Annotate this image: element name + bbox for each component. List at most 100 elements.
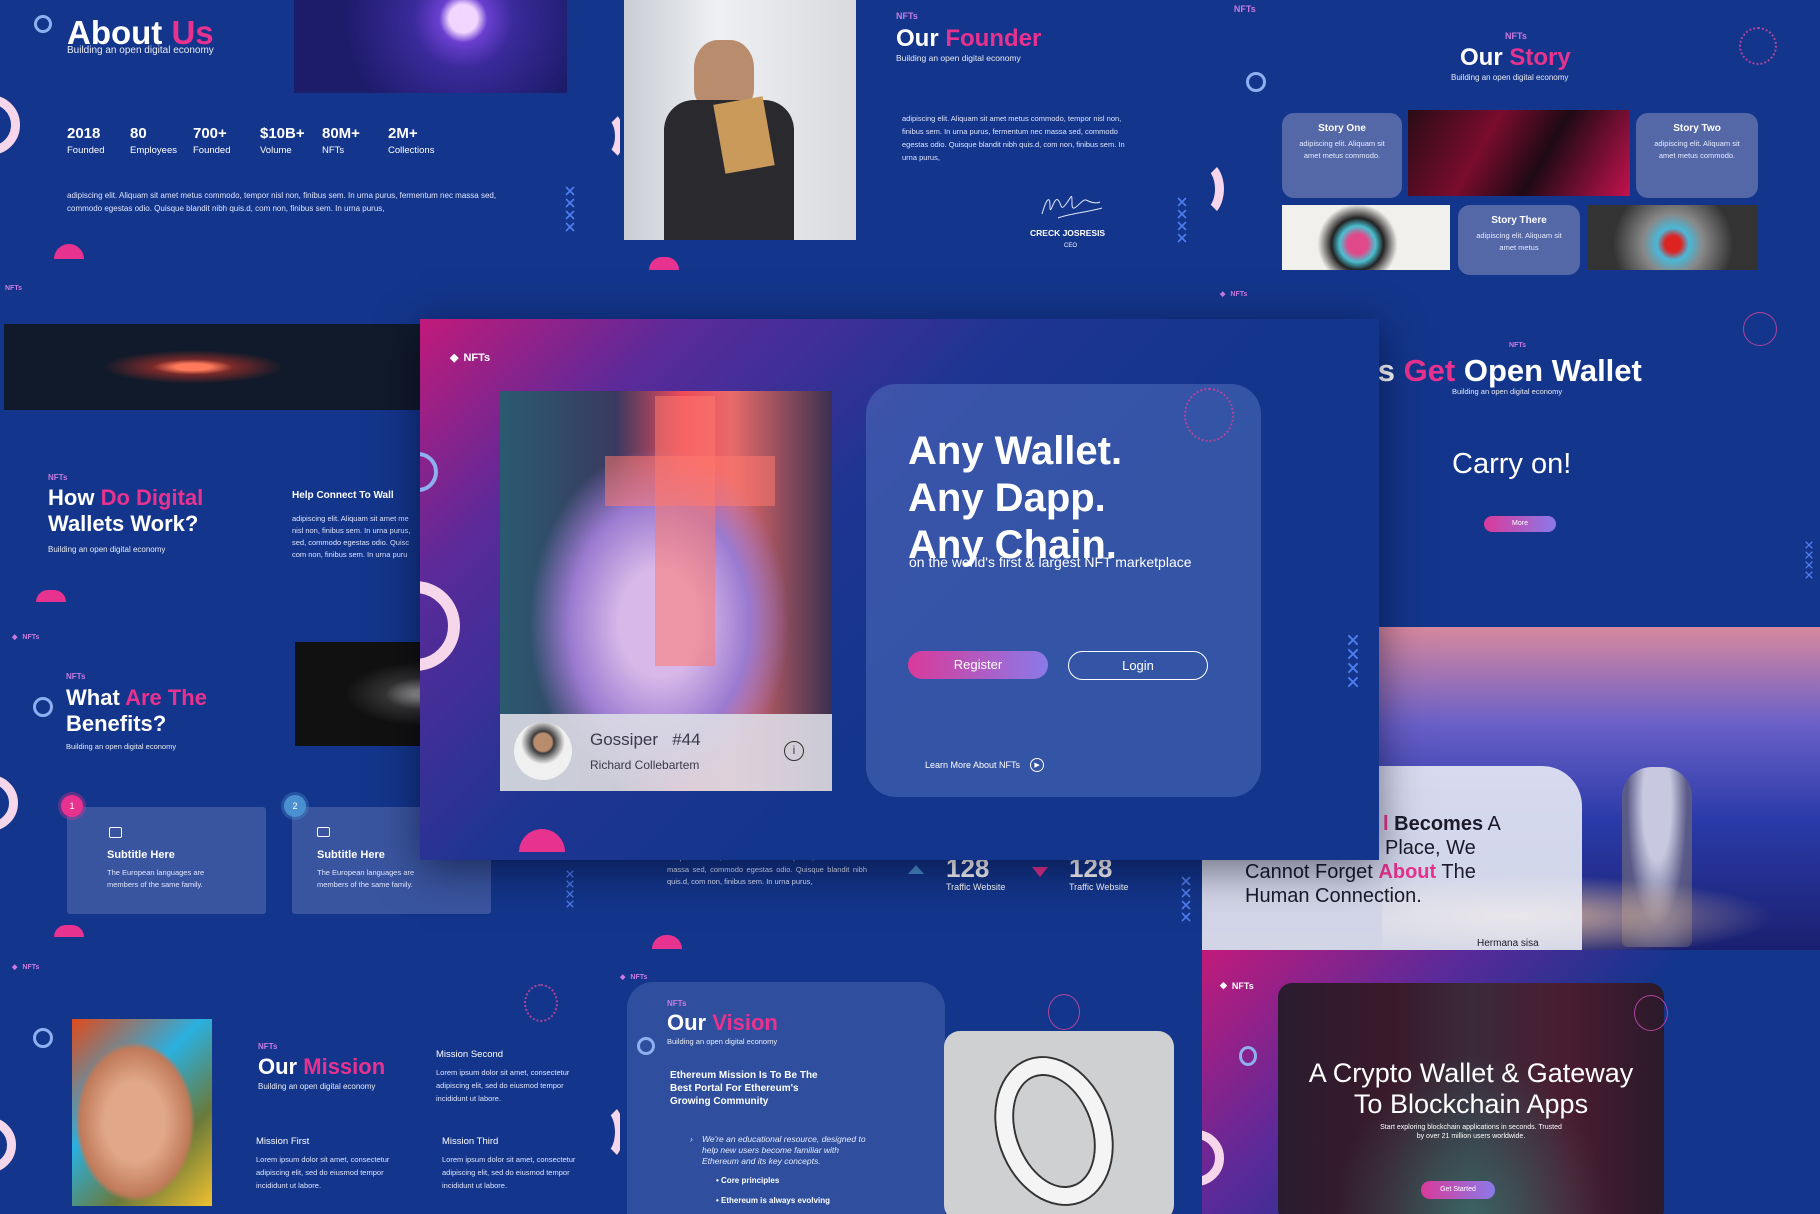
story-image (1282, 205, 1450, 270)
play-icon[interactable]: ▶ (1030, 758, 1045, 772)
slide-about-us: About Us Building an open digital econom… (0, 0, 620, 270)
hero-subline: on the world's first & largest NFT marke… (909, 554, 1192, 570)
vision-ring-image (944, 1031, 1174, 1214)
half-ring-decoration (584, 1102, 620, 1162)
vision-heading: Ethereum Mission Is To Be The Best Porta… (670, 1070, 818, 1107)
ethereum-icon: ◆ (450, 352, 459, 364)
half-ring-decoration (420, 581, 460, 671)
info-icon[interactable]: i (784, 741, 804, 761)
stat: 700+ Founded (193, 125, 231, 156)
message-icon (317, 827, 330, 837)
about-tagline: Building an open digital economy (67, 45, 214, 56)
slide-our-founder: NFTs Our Founder Building an open digita… (624, 0, 1234, 270)
benefit-card: 1 Subtitle Here The European languages a… (61, 795, 266, 914)
slide-digital-wallets: NFTs NFTs How Do Digital Wallets Work? Bu… (0, 280, 440, 620)
founder-photo (624, 0, 856, 240)
hero-panel: Any Wallet. Any Dapp. Any Chain. on the wo… (866, 384, 1261, 797)
dotted-ring-decoration (1634, 995, 1668, 1031)
about-stats: 2018 Founded 80 Employees 700+ Founded $10B… (67, 126, 458, 156)
half-ring-decoration (0, 1117, 16, 1173)
help-body: adipiscing elit. Aliquam sit amet me nis… (292, 514, 411, 559)
wallets-banner-image (4, 324, 424, 410)
kicker: NFTs (66, 672, 86, 681)
about-body: adipiscing elit. Aliquam sit amet metus … (67, 191, 497, 213)
dotted-ring-decoration (524, 984, 558, 1022)
founder-body: adipiscing elit. Aliquam sit amet metus … (902, 114, 1125, 163)
vision-title: Our Vision (667, 1010, 778, 1035)
dotted-ring-decoration (1739, 27, 1777, 65)
ethereum-icon: ◆ (1220, 291, 1226, 298)
stat: 80M+ NFTs (322, 125, 360, 156)
crypto-hero-card: A Crypto Wallet & Gateway To Blockchain A… (1278, 983, 1664, 1214)
dotted-ring-decoration (1184, 388, 1234, 442)
creator-name: Richard Collebartem (590, 758, 700, 772)
ring-decoration (1246, 72, 1266, 92)
nft-artwork-image[interactable]: Gossiper #44 Richard Collebartem i (500, 391, 832, 791)
half-circle-decoration (519, 829, 565, 852)
kicker: NFTs (1505, 31, 1527, 41)
slide-our-vision: ◆ NFTs NFTs Our Vision Building an open d… (620, 962, 1202, 1214)
mission-tagline: Building an open digital economy (258, 1082, 376, 1091)
mission-item: Mission Third Lorem ipsum dolor sit amet,… (442, 1136, 576, 1191)
dotted-ring-decoration (1743, 312, 1777, 346)
kicker: NFTs (667, 999, 687, 1008)
crypto-title: A Crypto Wallet & Gateway To Blockchain A… (1308, 1058, 1634, 1120)
wallets-tagline: Building an open digital economy (48, 545, 166, 554)
story-card: Story Two adipiscing elit. Aliquam sit am… (1636, 113, 1758, 198)
benefit-title: Subtitle Here (107, 849, 175, 861)
wallets-title: How Do Digital Wallets Work? (48, 485, 204, 537)
story-image (1408, 110, 1630, 196)
story-card: Story There adipiscing elit. Aliquam sit … (1458, 205, 1580, 275)
kicker: NFTs (1509, 342, 1526, 349)
quote-author: Hermana sisa (1477, 938, 1539, 949)
cross-marks-icon (1805, 541, 1813, 579)
learn-more-link[interactable]: Learn More About NFTs ▶ (925, 758, 1045, 772)
nft-caption-bar: Gossiper #44 Richard Collebartem i (500, 714, 832, 791)
traffic-stat: 128 Traffic Website (946, 855, 1006, 893)
brand-logo: ◆NFTs (1220, 980, 1254, 991)
crypto-body: Start exploring blockchain applications … (1380, 1124, 1562, 1141)
benefit-title: Subtitle Here (317, 849, 385, 861)
half-ring-decoration (0, 95, 20, 155)
mission-item: Mission First Lorem ipsum dolor sit amet,… (256, 1136, 390, 1191)
cross-marks-icon (1181, 876, 1191, 922)
benefits-tagline: Building an open digital economy (66, 742, 177, 751)
vision-bullet: • Core principles (716, 1176, 780, 1185)
open-wallet-title: t's Get Open Wallet (1360, 353, 1642, 388)
mission-title: Our Mission (258, 1054, 386, 1079)
step-badge: 2 (284, 795, 306, 817)
traffic-stat: 128 Traffic Website (1069, 855, 1129, 893)
kicker: NFTs (258, 1042, 278, 1051)
brand-logo: ◆NFTs (1220, 290, 1248, 299)
vision-quote: › We're an educational resource, designed… (690, 1134, 866, 1167)
signature-image (1041, 196, 1103, 219)
ring-decoration (637, 1037, 655, 1055)
benefit-text: The European languages are members of th… (107, 868, 205, 889)
slide-crypto-wallet: ◆ NFTs A Crypto Wallet & Gateway To Blockc… (1202, 950, 1820, 1214)
founder-role: CEO (1064, 243, 1078, 249)
arrow-bullet-icon: › (690, 1134, 693, 1144)
creator-avatar (514, 722, 572, 780)
help-title: Help Connect To Wall (292, 490, 394, 501)
half-circle-decoration (54, 244, 84, 259)
half-circle-decoration (36, 590, 66, 602)
get-started-button[interactable]: Get Started (1421, 1181, 1495, 1199)
ring-decoration (33, 1028, 53, 1048)
vision-bullet: • Ethereum is always evolving (716, 1196, 830, 1205)
half-ring-decoration (588, 110, 620, 162)
half-ring-decoration (1184, 160, 1224, 218)
hero-headline: Any Wallet. Any Dapp. Any Chain. (908, 429, 1123, 568)
half-ring-decoration (1202, 1130, 1224, 1186)
half-circle-decoration (54, 925, 84, 937)
ethereum-icon: ◆ (620, 974, 626, 981)
ethereum-icon: ◆ (1220, 980, 1227, 990)
slide-our-story: ◆NFTs NFTs Our Story Building an open di… (1234, 0, 1820, 275)
mission-portrait (72, 1019, 212, 1206)
cross-marks-icon (566, 870, 574, 908)
ring-decoration (33, 697, 53, 717)
slide-hero: ◆ NFTs Gossiper #44 Richard Collebartem i… (420, 319, 1379, 860)
login-button[interactable]: Login (1068, 651, 1208, 680)
register-button[interactable]: Register (908, 651, 1048, 679)
more-button[interactable]: More (1484, 516, 1556, 532)
ethereum-icon: ◆ (12, 634, 18, 641)
